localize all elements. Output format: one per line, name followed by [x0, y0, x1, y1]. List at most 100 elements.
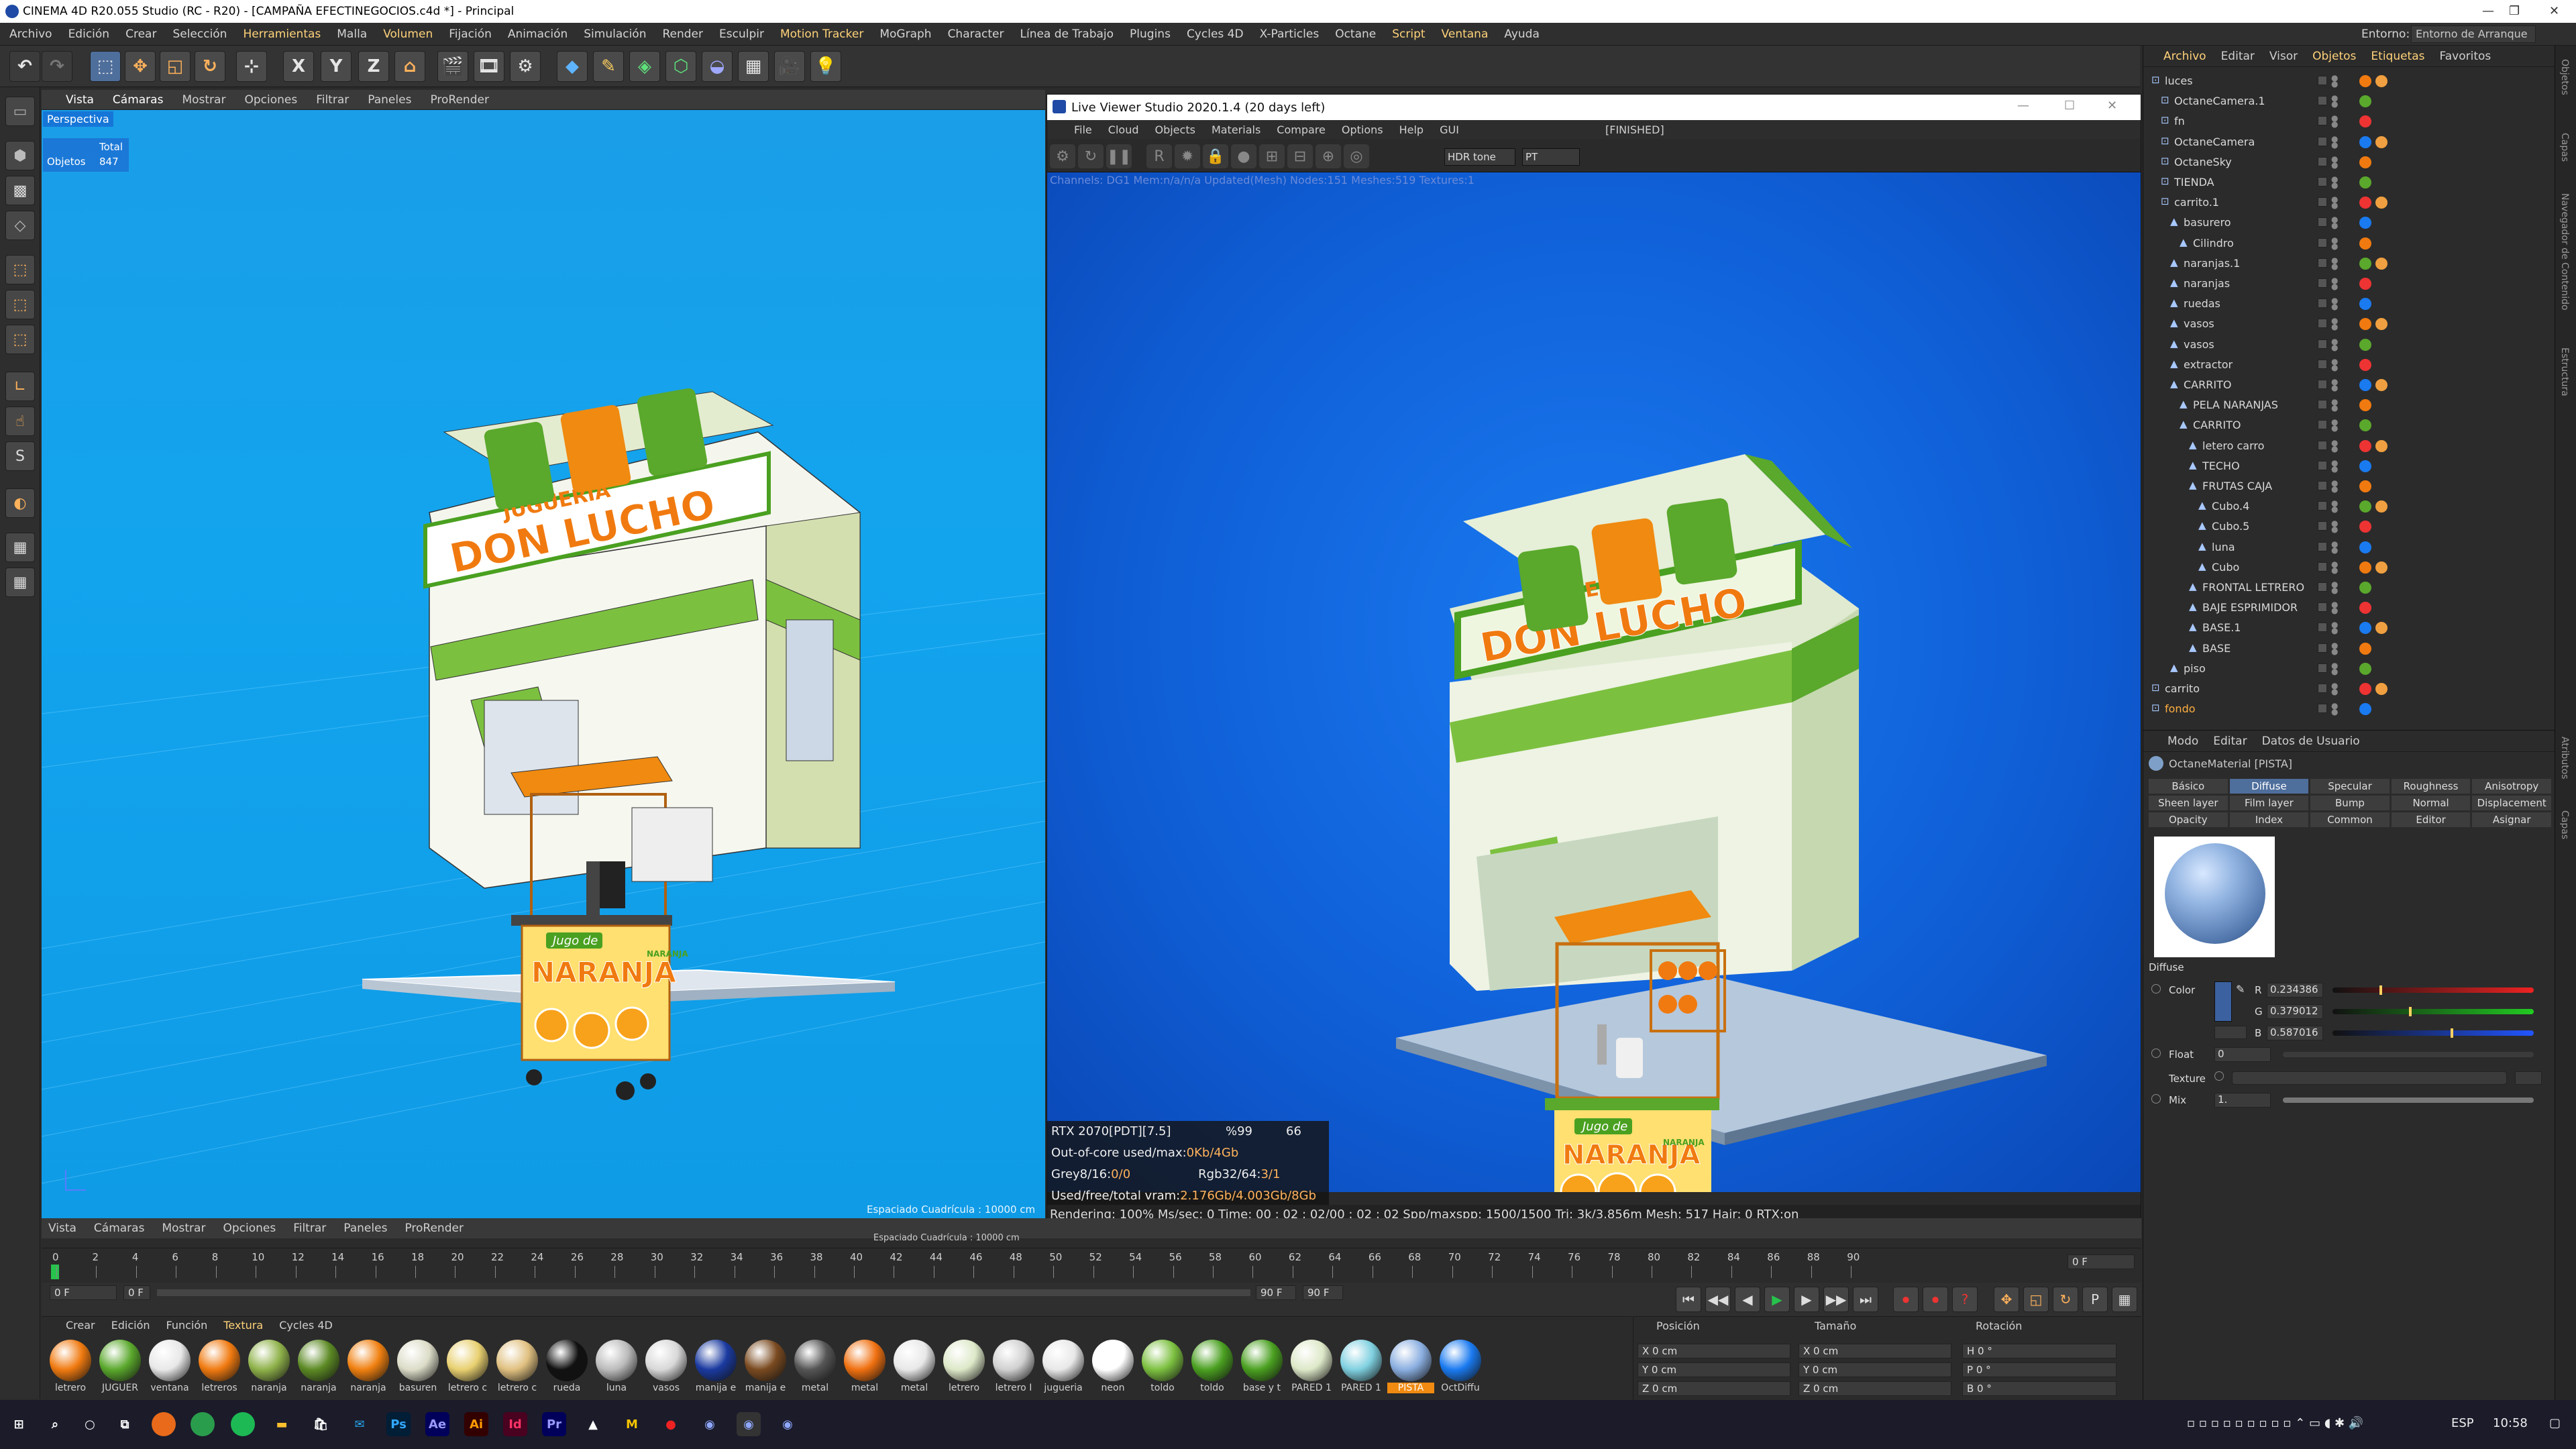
object-row[interactable]: ⊡ carrito ● ●: [2143, 679, 2555, 699]
material-tag-icon[interactable]: [2359, 460, 2371, 472]
object-row[interactable]: ▲ TECHO ● ●: [2143, 456, 2555, 476]
texture-anim-dot[interactable]: [2214, 1071, 2224, 1081]
close-icon[interactable]: ✕: [2549, 4, 2559, 18]
material-tag-icon[interactable]: [2375, 197, 2387, 209]
bottom-viewport-menu-4[interactable]: Filtrar: [293, 1222, 326, 1235]
notifications-icon[interactable]: ▢: [2549, 1416, 2561, 1430]
material-ball-icon[interactable]: ●: [1231, 144, 1256, 168]
material-tag-icon[interactable]: [2375, 683, 2387, 695]
render-settings-button[interactable]: ⚙: [510, 51, 541, 82]
eyedropper-icon[interactable]: ✎: [2236, 983, 2245, 996]
material-swatch[interactable]: naranja: [295, 1340, 342, 1393]
material-tag-icon[interactable]: [2359, 683, 2371, 695]
object-row[interactable]: ⊡ OctaneCamera.1 ● ●: [2143, 91, 2555, 111]
tray-clock[interactable]: 10:58: [2493, 1416, 2528, 1430]
tab-sheen-layer[interactable]: Sheen layer: [2149, 796, 2228, 810]
layer-checkbox[interactable]: [2318, 400, 2327, 410]
float-anim-dot[interactable]: [2151, 1049, 2161, 1058]
send-scene-icon[interactable]: ⚙: [1050, 144, 1075, 168]
points-mode-button[interactable]: ⬚: [5, 255, 35, 284]
rotation-p-field[interactable]: P 0 °: [1962, 1362, 2116, 1377]
material-tag-icon[interactable]: [2359, 561, 2371, 574]
material-tag-icon[interactable]: [2359, 75, 2371, 87]
perspective-viewport[interactable]: Perspectiva Total Objetos 847 JUGUERIA D…: [42, 110, 1045, 1218]
material-tag-icon[interactable]: [2359, 399, 2371, 412]
material-swatch[interactable]: PARED 1: [1338, 1340, 1385, 1393]
size-x-field[interactable]: X 0 cm: [1799, 1344, 1951, 1358]
tweak-mode-button[interactable]: ☝: [5, 407, 35, 436]
lv-menu-materials[interactable]: Materials: [1212, 123, 1260, 136]
material-tag-icon[interactable]: [2359, 318, 2371, 331]
material-swatch[interactable]: letrero: [941, 1340, 987, 1393]
store-icon[interactable]: 🛍: [309, 1412, 333, 1436]
workplane-button[interactable]: ◇: [5, 211, 35, 240]
layer-checkbox[interactable]: [2318, 136, 2327, 146]
light-button[interactable]: 💡: [810, 51, 841, 82]
object-row[interactable]: ▲ letero carro ● ●: [2143, 436, 2555, 456]
key-rotation-button[interactable]: ↻: [2053, 1287, 2078, 1312]
visibility-dots[interactable]: ● ●: [2331, 682, 2338, 696]
object-row[interactable]: ⊡ luces ● ●: [2143, 71, 2555, 91]
menu-mograph[interactable]: MoGraph: [879, 28, 931, 41]
bottom-viewport-menu-3[interactable]: Opciones: [223, 1222, 276, 1235]
tab-film-layer[interactable]: Film layer: [2229, 796, 2309, 810]
bottom-viewport-menu-0[interactable]: Vista: [48, 1222, 76, 1235]
float-slider[interactable]: [2283, 1052, 2534, 1057]
material-tag-icon[interactable]: [2359, 95, 2371, 108]
material-tag-icon[interactable]: [2359, 257, 2371, 270]
object-row[interactable]: ⊡ fondo ● ●: [2143, 699, 2555, 719]
object-row[interactable]: ▲ Cilindro ● ●: [2143, 233, 2555, 254]
object-row[interactable]: ▲ BASE ● ●: [2143, 639, 2555, 659]
material-swatch[interactable]: neon: [1089, 1340, 1136, 1393]
tab-opacity[interactable]: Opacity: [2149, 812, 2228, 827]
visibility-dots[interactable]: ● ●: [2331, 661, 2338, 676]
layer-checkbox[interactable]: [2318, 96, 2327, 106]
visibility-dots[interactable]: ● ●: [2331, 398, 2338, 412]
menu-simulaci-n[interactable]: Simulación: [584, 28, 646, 41]
om-menu-0[interactable]: Archivo: [2163, 50, 2206, 63]
object-row[interactable]: ▲ vasos ● ●: [2143, 314, 2555, 334]
material-swatch[interactable]: letrero c: [494, 1340, 541, 1393]
material-swatch[interactable]: toldo: [1139, 1340, 1186, 1393]
layer-checkbox[interactable]: [2318, 521, 2327, 531]
material-swatch[interactable]: vasos: [643, 1340, 690, 1393]
material-tag-icon[interactable]: [2359, 237, 2371, 250]
material-tag-icon[interactable]: [2359, 703, 2371, 716]
polygons-mode-button[interactable]: ⬚: [5, 325, 35, 354]
region-render-icon[interactable]: R: [1146, 144, 1172, 168]
object-row[interactable]: ▲ CARRITO ● ●: [2143, 415, 2555, 435]
layer-checkbox[interactable]: [2318, 684, 2327, 693]
kernel-select[interactable]: PT: [1522, 148, 1580, 166]
object-row[interactable]: ▲ luna ● ●: [2143, 537, 2555, 557]
material-swatch[interactable]: metal: [841, 1340, 888, 1393]
key-scale-button[interactable]: ◱: [2023, 1287, 2049, 1312]
material-tag-icon[interactable]: [2359, 439, 2371, 452]
model-mode-button[interactable]: ⬢: [5, 141, 35, 170]
live-selection-button[interactable]: ⬚: [90, 51, 121, 82]
position-z-field[interactable]: Z 0 cm: [1638, 1381, 1790, 1396]
b-slider[interactable]: [2332, 1030, 2534, 1036]
restore-icon[interactable]: ❐: [2509, 4, 2520, 18]
tab-roughness[interactable]: Roughness: [2391, 779, 2471, 794]
visibility-dots[interactable]: ● ●: [2331, 135, 2338, 149]
cortana-icon[interactable]: ○: [78, 1412, 102, 1436]
size-y-field[interactable]: Y 0 cm: [1799, 1362, 1951, 1377]
viewport-menu-4[interactable]: Filtrar: [316, 93, 349, 107]
material-tag-icon[interactable]: [2359, 379, 2371, 391]
cloner-button[interactable]: ⬡: [665, 51, 696, 82]
object-row[interactable]: ▲ ruedas ● ●: [2143, 294, 2555, 314]
tab-anisotropy[interactable]: Anisotropy: [2472, 779, 2551, 794]
layer-checkbox[interactable]: [2318, 541, 2327, 551]
layer-checkbox[interactable]: [2318, 116, 2327, 126]
object-row[interactable]: ▲ vasos ● ●: [2143, 335, 2555, 355]
position-x-field[interactable]: X 0 cm: [1638, 1344, 1790, 1358]
layer-checkbox[interactable]: [2318, 237, 2327, 248]
pause-render-icon[interactable]: ❚❚: [1106, 144, 1132, 168]
material-tag-icon[interactable]: [2359, 622, 2371, 635]
viewport-menu-2[interactable]: Mostrar: [182, 93, 225, 107]
material-swatch[interactable]: OctDiffu: [1437, 1340, 1484, 1393]
tab-capas[interactable]: Capas: [2559, 133, 2570, 162]
lv-menu-objects[interactable]: Objects: [1155, 123, 1195, 136]
lv-menu-options[interactable]: Options: [1342, 123, 1383, 136]
tab-bump[interactable]: Bump: [2310, 796, 2390, 810]
